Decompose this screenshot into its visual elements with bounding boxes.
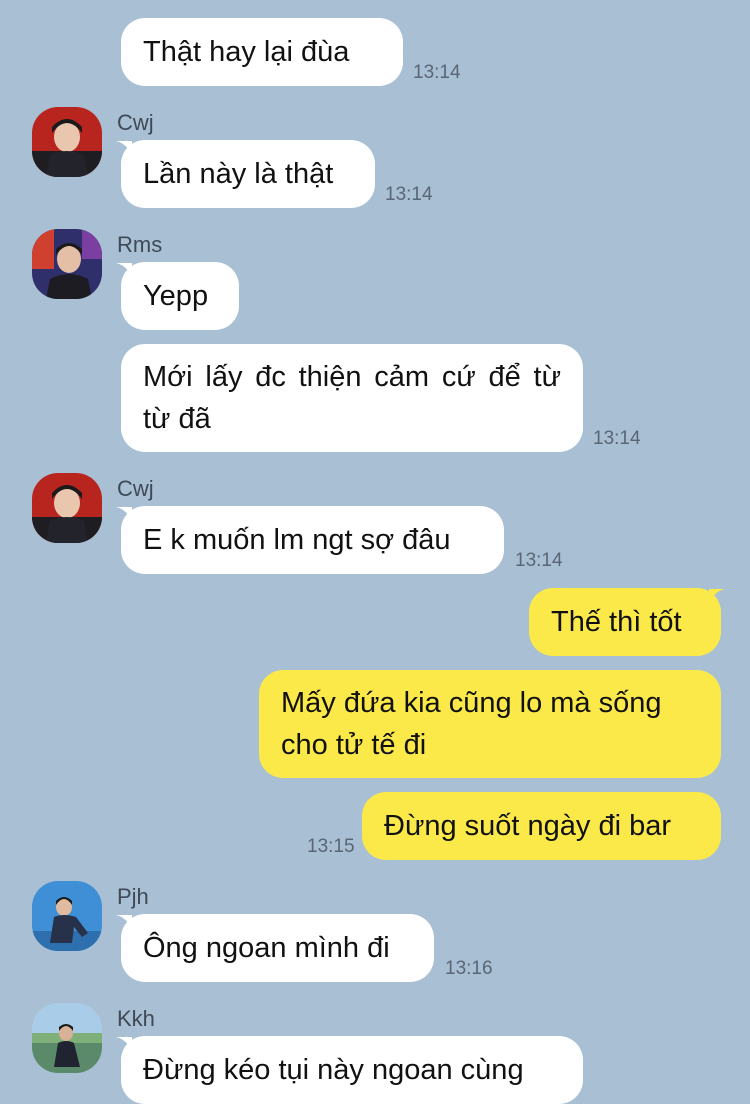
message-timestamp: 13:14	[385, 184, 433, 205]
avatar-rms[interactable]	[32, 229, 102, 299]
message-bubble[interactable]: Thế thì tốt	[529, 588, 721, 656]
sender-name: Kkh	[117, 1006, 155, 1031]
message-text: Lần này là thật	[143, 158, 334, 190]
message-text: Ông ngoan mình đi	[143, 932, 390, 964]
message-timestamp: 13:14	[413, 62, 461, 83]
message-bubble[interactable]: E k muốn lm ngt sợ đâu	[121, 506, 504, 574]
avatar-kkh[interactable]	[32, 1003, 102, 1073]
message-bubble[interactable]: Thật hay lại đùa	[121, 18, 403, 86]
avatar-cwj[interactable]	[32, 473, 102, 543]
sender-name: Rms	[117, 232, 163, 257]
message-text: Thế thì tốt	[551, 606, 682, 638]
message-timestamp: 13:15	[307, 836, 355, 857]
avatar-cwj[interactable]	[32, 107, 102, 177]
user-avatar-icon	[32, 473, 102, 543]
message-bubble[interactable]: Mới lấy đc thiện cảm cứ để từ từ đã	[121, 344, 583, 452]
user-avatar-icon	[32, 107, 102, 177]
message-text: E k muốn lm ngt sợ đâu	[143, 524, 451, 556]
user-avatar-icon	[32, 881, 102, 951]
avatar-pjh[interactable]	[32, 881, 102, 951]
message-timestamp: 13:16	[445, 958, 493, 979]
user-avatar-icon	[32, 229, 102, 299]
message-text: Yepp	[143, 280, 209, 312]
sender-name: Cwj	[117, 476, 154, 501]
message-bubble[interactable]: Yepp	[121, 262, 239, 330]
message-text: Đừng kéo tụi này ngoan cùng	[143, 1054, 524, 1086]
message-bubble[interactable]: Đừng suốt ngày đi bar	[362, 792, 721, 860]
message-bubble[interactable]: Lần này là thật	[121, 140, 375, 208]
message-bubble[interactable]: Đừng kéo tụi này ngoan cùng	[121, 1036, 583, 1104]
message-bubble[interactable]: Ông ngoan mình đi	[121, 914, 434, 982]
message-text: Đừng suốt ngày đi bar	[384, 810, 672, 842]
message-timestamp: 13:14	[593, 428, 641, 449]
user-avatar-icon	[32, 1003, 102, 1073]
message-text: Thật hay lại đùa	[143, 36, 350, 68]
message-text: Mới lấy đc thiện cảm cứ để từ từ đã	[143, 361, 561, 435]
sender-name: Pjh	[117, 884, 149, 909]
message-text: Mấy đứa kia cũng lo mà sống cho tử tế đi	[281, 687, 662, 761]
sender-name: Cwj	[117, 110, 154, 135]
message-timestamp: 13:14	[515, 550, 563, 571]
message-bubble[interactable]: Mấy đứa kia cũng lo mà sống cho tử tế đi	[259, 670, 721, 778]
